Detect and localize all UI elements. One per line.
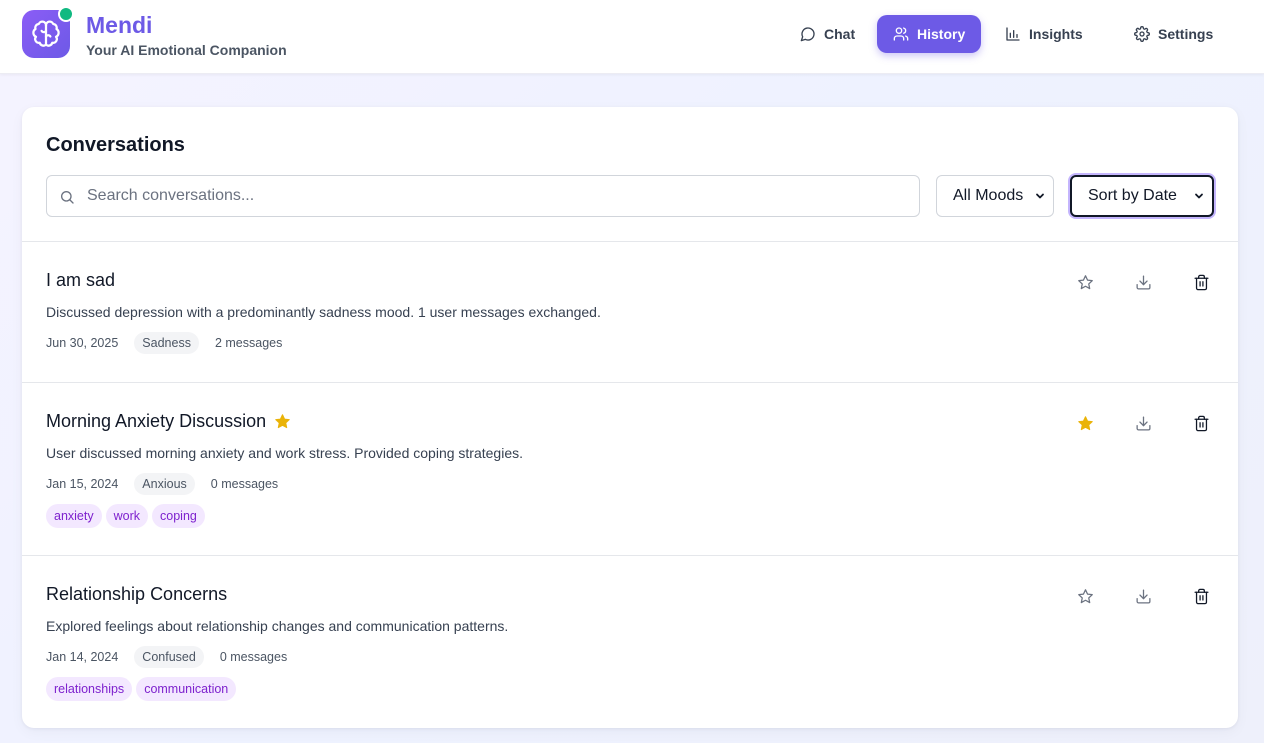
download-button[interactable]	[1134, 587, 1152, 605]
chevron-down-icon	[1036, 193, 1044, 199]
conversation-date: Jan 14, 2024	[46, 650, 119, 664]
message-count: 0 messages	[219, 650, 288, 664]
conversation-item[interactable]: Morning Anxiety Discussion User discusse…	[22, 410, 1238, 554]
conversation-item[interactable]: I am sad Discussed depression with a pre…	[22, 269, 1238, 381]
nav-settings[interactable]: Settings	[1118, 15, 1229, 53]
search-box[interactable]	[46, 175, 920, 217]
nav-insights[interactable]: Insights	[989, 15, 1099, 53]
message-count: 2 messages	[214, 336, 283, 350]
star-filled-icon	[1077, 415, 1093, 430]
mood-filter-value: All Moods	[953, 187, 1024, 204]
online-status-dot	[58, 6, 74, 22]
download-button[interactable]	[1134, 273, 1152, 291]
conversation-description: Explored feelings about relationship cha…	[46, 618, 509, 634]
mood-badge: Sadness	[134, 332, 199, 354]
conversation-actions	[1076, 587, 1210, 605]
favorite-button[interactable]	[1076, 414, 1094, 432]
search-input[interactable]	[87, 176, 907, 216]
nav-chat-label: Chat	[824, 26, 856, 42]
conversation-actions	[1076, 273, 1210, 291]
brain-icon	[32, 20, 60, 47]
tag-list: relationships communication	[46, 677, 237, 701]
search-icon	[60, 191, 74, 204]
sort-select[interactable]: Sort by Date	[1070, 175, 1214, 217]
nav-history[interactable]: History	[877, 15, 982, 53]
mood-badge: Anxious	[134, 473, 195, 495]
mood-badge: Confused	[134, 646, 204, 668]
conversation-item[interactable]: Relationship Concerns Explored feelings …	[22, 583, 1238, 723]
conversation-meta: Jan 14, 2024 Confused 0 messages	[46, 645, 287, 669]
tag[interactable]: anxiety	[46, 504, 102, 528]
trash-icon	[1193, 588, 1209, 604]
panel-title: Conversations	[46, 134, 185, 156]
star-outline-icon	[1077, 588, 1093, 603]
users-icon	[893, 27, 909, 41]
tag[interactable]: communication	[136, 677, 237, 701]
mood-filter-select[interactable]: All Moods	[936, 175, 1054, 217]
favorite-button[interactable]	[1076, 273, 1094, 291]
app-name: Mendi	[86, 12, 153, 38]
conversation-title[interactable]: Relationship Concerns	[46, 583, 227, 605]
conversation-meta: Jan 15, 2024 Anxious 0 messages	[46, 472, 278, 496]
conversation-date: Jan 15, 2024	[46, 477, 119, 491]
app-tagline: Your AI Emotional Companion	[86, 42, 287, 58]
sort-value: Sort by Date	[1088, 187, 1177, 204]
chevron-down-icon	[1195, 193, 1203, 199]
tag[interactable]: work	[105, 504, 149, 528]
conversation-description: Discussed depression with a predominantl…	[46, 304, 601, 320]
conversations-panel: Conversations All Moods Sort by Date I a…	[22, 107, 1238, 728]
trash-icon	[1193, 415, 1209, 431]
download-icon	[1135, 415, 1151, 431]
favorite-button[interactable]	[1076, 587, 1094, 605]
download-icon	[1135, 588, 1151, 604]
divider	[22, 382, 1238, 383]
delete-button[interactable]	[1192, 587, 1210, 605]
conversation-date: Jun 30, 2025	[46, 336, 119, 350]
trash-icon	[1193, 274, 1209, 290]
conversation-actions	[1076, 414, 1210, 432]
conversation-title[interactable]: I am sad	[46, 269, 115, 291]
nav-settings-label: Settings	[1158, 26, 1214, 42]
chat-bubble-icon	[800, 27, 815, 42]
download-icon	[1135, 274, 1151, 290]
bar-chart-icon	[1006, 27, 1020, 41]
delete-button[interactable]	[1192, 414, 1210, 432]
star-filled-icon	[275, 413, 290, 428]
tag[interactable]: relationships	[46, 677, 133, 701]
delete-button[interactable]	[1192, 273, 1210, 291]
divider	[22, 555, 1238, 556]
tag[interactable]: coping	[152, 504, 205, 528]
star-outline-icon	[1077, 274, 1093, 289]
conversation-meta: Jun 30, 2025 Sadness 2 messages	[46, 331, 282, 355]
gear-icon	[1134, 26, 1150, 42]
message-count: 0 messages	[210, 477, 279, 491]
app-header: Mendi Your AI Emotional Companion Chat H…	[0, 0, 1264, 74]
nav-history-label: History	[917, 26, 966, 42]
divider	[22, 241, 1238, 242]
conversation-description: User discussed morning anxiety and work …	[46, 445, 523, 461]
nav-chat[interactable]: Chat	[784, 15, 871, 53]
nav-insights-label: Insights	[1029, 26, 1083, 42]
download-button[interactable]	[1134, 414, 1152, 432]
tag-list: anxiety work coping	[46, 504, 205, 528]
conversation-title[interactable]: Morning Anxiety Discussion	[46, 410, 291, 432]
